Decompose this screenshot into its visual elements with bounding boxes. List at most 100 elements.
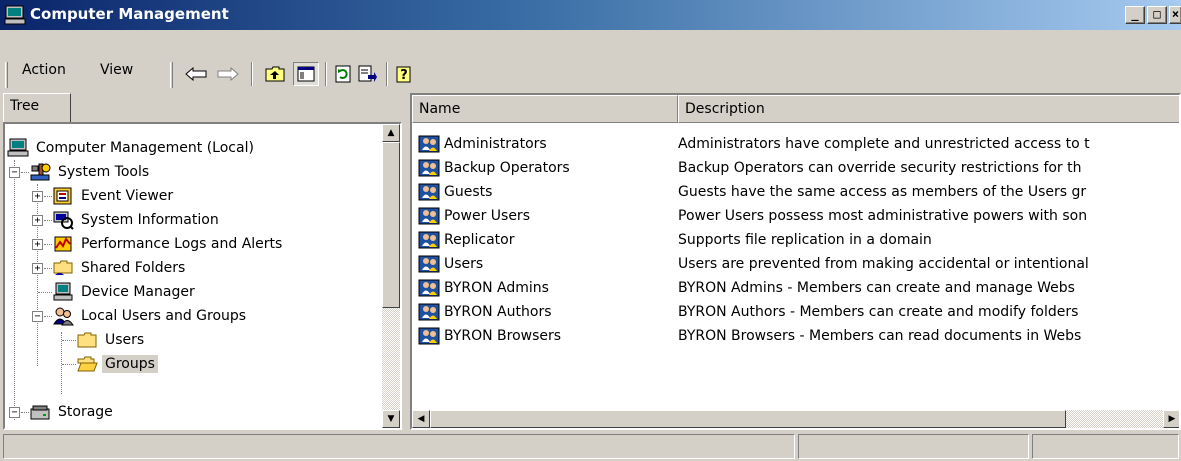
menu-view-label: View xyxy=(100,62,134,78)
tree-item-label: Groups xyxy=(102,355,158,373)
tree-line xyxy=(21,412,29,413)
column-header-name[interactable]: Name xyxy=(412,95,678,123)
tree-item-label: System Information xyxy=(81,212,219,228)
group-icon xyxy=(418,327,440,345)
tree-line xyxy=(21,172,29,173)
refresh-icon xyxy=(335,65,351,83)
list-item[interactable]: Administrators Administrators have compl… xyxy=(412,132,1179,156)
tree-line xyxy=(37,184,38,366)
refresh-button[interactable] xyxy=(330,62,356,86)
tree-item-label: Event Viewer xyxy=(81,188,174,204)
tree-line xyxy=(38,292,52,293)
toolbar-grip xyxy=(170,62,173,88)
users-groups-icon xyxy=(53,307,74,326)
scroll-down-button[interactable]: ▼ xyxy=(382,410,400,428)
list-item[interactable]: BYRON Authors BYRON Authors - Members ca… xyxy=(412,300,1179,324)
group-description: Users are prevented from making accident… xyxy=(678,256,1089,272)
folder-icon xyxy=(77,332,97,348)
device-manager-icon xyxy=(53,282,73,301)
scroll-right-button[interactable]: ▶ xyxy=(1163,410,1179,428)
menu-action[interactable]: Action xyxy=(22,62,66,78)
back-button[interactable] xyxy=(183,62,209,86)
tree-item-label: Users xyxy=(105,332,145,348)
group-icon xyxy=(418,303,440,321)
open-folder-icon xyxy=(77,356,98,372)
group-icon xyxy=(418,231,440,249)
up-one-level-button[interactable] xyxy=(262,62,288,86)
tree-item-groups[interactable]: Groups xyxy=(76,352,158,376)
title-bar[interactable]: Computer Management _ □ × xyxy=(0,0,1181,30)
tree-vertical-scrollbar[interactable]: ▲ ▼ xyxy=(382,124,400,428)
computer-management-icon xyxy=(4,5,26,25)
tree-line xyxy=(62,364,76,365)
expand-toggle[interactable]: + xyxy=(32,239,43,250)
scrollbar-thumb[interactable] xyxy=(430,410,1066,428)
shared-folder-icon xyxy=(53,260,73,275)
event-viewer-icon xyxy=(53,187,72,205)
expand-toggle[interactable]: + xyxy=(32,191,43,202)
toolbar-separator xyxy=(386,62,388,86)
tree-item-label: Local Users and Groups xyxy=(81,308,247,324)
toolbar-separator xyxy=(325,62,327,86)
status-bar xyxy=(0,432,1181,461)
tab-tree[interactable]: Tree xyxy=(3,93,71,123)
scroll-left-button[interactable]: ◀ xyxy=(412,410,430,428)
close-button[interactable]: × xyxy=(1169,6,1181,24)
tree-line xyxy=(44,316,52,317)
menu-view[interactable]: View xyxy=(100,62,133,78)
column-header-label: Name xyxy=(419,101,461,117)
help-button[interactable]: ? xyxy=(392,62,418,86)
storage-icon xyxy=(30,405,50,420)
list-item[interactable]: Replicator Supports file replication in … xyxy=(412,228,1179,252)
tree-item-label: Computer Management (Local) xyxy=(36,140,254,156)
list-item[interactable]: Guests Guests have the same access as me… xyxy=(412,180,1179,204)
tree-item-storage[interactable]: Storage xyxy=(29,400,116,424)
system-tools-icon xyxy=(30,163,51,181)
console-tree-icon xyxy=(297,66,315,82)
list-item[interactable]: Backup Operators Backup Operators can ov… xyxy=(412,156,1179,180)
list-item[interactable]: Users Users are prevented from making ac… xyxy=(412,252,1179,276)
forward-button[interactable] xyxy=(215,62,241,86)
maximize-button[interactable]: □ xyxy=(1147,6,1167,24)
menu-toolbar-bar: Action View ? xyxy=(0,30,1181,90)
list-item[interactable]: Power Users Power Users possess most adm… xyxy=(412,204,1179,228)
expand-toggle[interactable]: + xyxy=(32,263,43,274)
folder-up-icon xyxy=(265,66,285,82)
tree-item-system-tools[interactable]: System Tools xyxy=(29,160,152,184)
collapse-toggle[interactable]: − xyxy=(9,407,20,418)
group-description: Power Users possess most administrative … xyxy=(678,208,1088,224)
tree-item-users[interactable]: Users xyxy=(76,328,147,352)
export-list-button[interactable] xyxy=(355,62,381,86)
expand-toggle[interactable]: + xyxy=(32,215,43,226)
list-item[interactable]: BYRON Admins BYRON Admins - Members can … xyxy=(412,276,1179,300)
scrollbar-thumb[interactable] xyxy=(382,142,400,308)
list-horizontal-scrollbar[interactable]: ◀ ▶ xyxy=(412,410,1179,428)
tree-line xyxy=(44,196,52,197)
details-list[interactable]: Name Description Administrators Administ… xyxy=(410,93,1181,430)
group-name: Users xyxy=(444,256,484,272)
tree-item-system-information[interactable]: System Information xyxy=(52,208,222,232)
collapse-toggle[interactable]: − xyxy=(32,311,43,322)
tree-item-performance-logs[interactable]: Performance Logs and Alerts xyxy=(52,232,285,256)
group-description: BYRON Browsers - Members can read docume… xyxy=(678,328,1082,344)
minimize-button[interactable]: _ xyxy=(1125,6,1145,24)
scroll-up-button[interactable]: ▲ xyxy=(382,124,400,142)
console-tree[interactable]: Computer Management (Local) − System Too… xyxy=(3,122,402,430)
tree-item-device-manager[interactable]: Device Manager xyxy=(52,280,198,304)
tree-item-local-users-and-groups[interactable]: Local Users and Groups xyxy=(52,304,249,328)
menu-action-label: Action xyxy=(22,62,66,78)
tree-item-label: Device Manager xyxy=(81,284,195,300)
tree-item-event-viewer[interactable]: Event Viewer xyxy=(52,184,176,208)
performance-icon xyxy=(54,236,72,252)
group-name: BYRON Admins xyxy=(444,280,549,296)
tab-tree-label: Tree xyxy=(10,98,40,114)
collapse-toggle[interactable]: − xyxy=(9,167,20,178)
group-name: Power Users xyxy=(444,208,530,224)
tree-item-shared-folders[interactable]: Shared Folders xyxy=(52,256,188,280)
column-header-label: Description xyxy=(685,101,765,117)
list-item[interactable]: BYRON Browsers BYRON Browsers - Members … xyxy=(412,324,1179,348)
tree-item-computer-management[interactable]: Computer Management (Local) xyxy=(7,136,257,160)
column-header-description[interactable]: Description xyxy=(678,95,1179,123)
group-description: Backup Operators can override security r… xyxy=(678,160,1082,176)
show-hide-tree-button[interactable] xyxy=(293,62,319,86)
